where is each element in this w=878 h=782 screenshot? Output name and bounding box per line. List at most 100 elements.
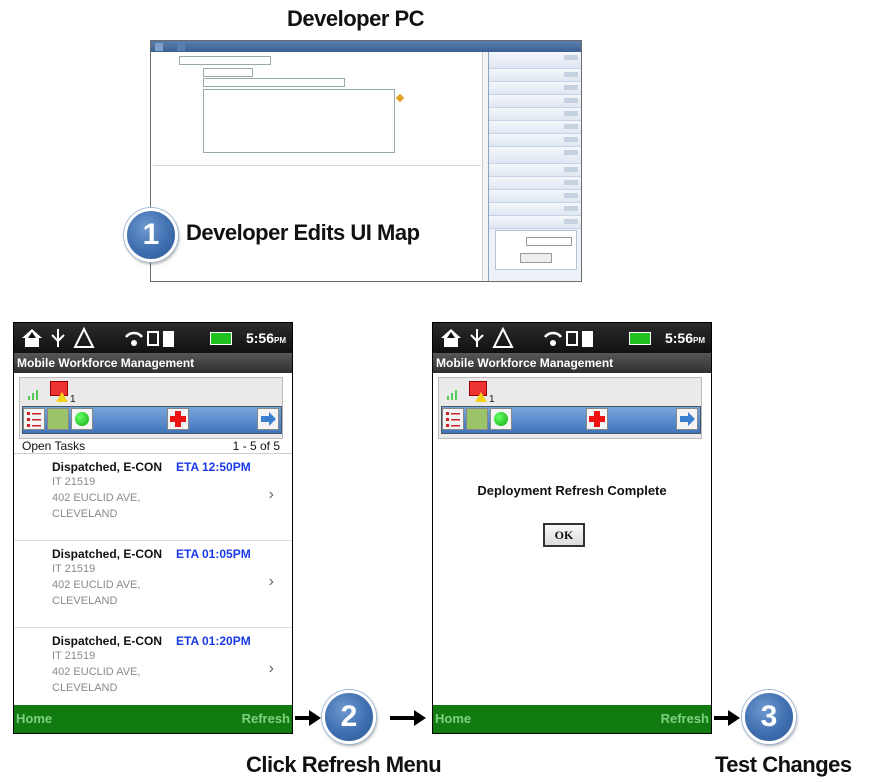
task-item[interactable]: Dispatched, E-CON ETA 01:05PM IT 21519 4… bbox=[14, 541, 292, 628]
refresh-menu-item[interactable]: Refresh bbox=[661, 705, 709, 733]
task-address: 402 EUCLID AVE, bbox=[52, 579, 141, 591]
task-address: 402 EUCLID AVE, bbox=[52, 666, 141, 678]
clock: 5:56PM bbox=[665, 330, 705, 346]
pc-edit-icon bbox=[395, 93, 405, 103]
map-icon[interactable] bbox=[47, 408, 69, 430]
pc-textarea bbox=[203, 89, 395, 153]
task-address: 402 EUCLID AVE, bbox=[52, 492, 141, 504]
pc-sidebar-item bbox=[489, 190, 581, 203]
medical-icon[interactable] bbox=[167, 408, 189, 430]
task-status: Dispatched, E-CON bbox=[52, 547, 163, 561]
arrow-right-icon[interactable] bbox=[676, 408, 698, 430]
chevron-right-icon: › bbox=[268, 573, 274, 590]
task-status: Dispatched, E-CON bbox=[52, 460, 163, 474]
pc-tab bbox=[177, 43, 185, 51]
developer-pc-title: Developer PC bbox=[287, 6, 425, 31]
badge-count: 1 bbox=[70, 394, 76, 405]
task-status: Dispatched, E-CON bbox=[52, 634, 163, 648]
pc-sidebar-item bbox=[489, 121, 581, 134]
pc-sidebar-item bbox=[489, 52, 581, 69]
refresh-message: Deployment Refresh Complete bbox=[477, 483, 667, 498]
pc-top-bar bbox=[151, 41, 581, 52]
task-id: IT 21519 bbox=[52, 476, 96, 488]
toolbar-strip bbox=[441, 406, 701, 434]
clock-time: 5:56 bbox=[245, 330, 274, 346]
status-bar: 5:56PM bbox=[14, 323, 292, 353]
home-menu-item[interactable]: Home bbox=[16, 705, 52, 733]
chevron-right-icon: › bbox=[268, 660, 274, 677]
pc-field bbox=[179, 56, 271, 65]
warning-icon bbox=[475, 392, 487, 402]
ok-button[interactable]: OK bbox=[543, 523, 585, 547]
home-menu-item[interactable]: Home bbox=[435, 705, 471, 733]
pc-sidebar-item bbox=[489, 177, 581, 190]
pc-sidebar-item bbox=[489, 164, 581, 177]
status-green-dot bbox=[75, 412, 89, 426]
battery-icon bbox=[210, 332, 232, 345]
bottom-menu-bar: Home Refresh bbox=[433, 705, 711, 733]
task-item[interactable]: Dispatched, E-CON ETA 12:50PM IT 21519 4… bbox=[14, 454, 292, 541]
task-id: IT 21519 bbox=[52, 650, 96, 662]
pc-sidebar-item bbox=[489, 108, 581, 121]
pc-sidebar-item bbox=[489, 147, 581, 164]
refresh-menu-item[interactable]: Refresh bbox=[242, 705, 290, 733]
map-icon[interactable] bbox=[466, 408, 488, 430]
step-1-circle: 1 bbox=[124, 208, 178, 262]
plus-h bbox=[589, 416, 605, 422]
step-1-caption: Developer Edits UI Map bbox=[186, 220, 420, 245]
status-green-icon[interactable] bbox=[490, 408, 512, 430]
pc-sidebar-item bbox=[489, 134, 581, 147]
app-title-bar: Mobile Workforce Management bbox=[14, 353, 292, 373]
step-2-caption: Click Refresh Menu bbox=[246, 752, 442, 777]
battery-icon bbox=[629, 332, 651, 345]
flow-arrow bbox=[714, 710, 740, 726]
pc-sidebar-button bbox=[520, 253, 552, 263]
app-title-bar: Mobile Workforce Management bbox=[433, 353, 711, 373]
clock: 5:56PM bbox=[246, 330, 286, 346]
bottom-menu-bar: Home Refresh bbox=[14, 705, 292, 733]
pc-sidebar-item bbox=[489, 82, 581, 95]
pc-field bbox=[203, 78, 345, 87]
task-list-icon[interactable] bbox=[442, 408, 464, 430]
phone-open-tasks: 5:56PM Mobile Workforce Management 1 Ope… bbox=[13, 322, 293, 734]
step-3-caption: Test Changes bbox=[715, 752, 852, 777]
task-eta: ETA 01:05PM bbox=[176, 547, 251, 561]
task-eta: ETA 01:20PM bbox=[176, 634, 251, 648]
status-icons bbox=[22, 326, 174, 348]
warning-icon bbox=[56, 392, 68, 402]
signal-icon bbox=[28, 390, 38, 400]
pc-sidebar-item bbox=[489, 216, 581, 229]
medical-icon[interactable] bbox=[586, 408, 608, 430]
flow-arrow bbox=[390, 710, 426, 726]
status-icons bbox=[441, 326, 593, 348]
arrow-right-icon[interactable] bbox=[257, 408, 279, 430]
flow-arrow bbox=[295, 710, 321, 726]
pc-sidebar-item bbox=[489, 203, 581, 216]
step-3-circle: 3 bbox=[742, 690, 796, 744]
chevron-right-icon: › bbox=[268, 486, 274, 503]
pc-tab bbox=[155, 43, 163, 51]
task-eta: ETA 12:50PM bbox=[176, 460, 251, 474]
toolbar-strip bbox=[22, 406, 282, 434]
pc-sidebar-item bbox=[489, 95, 581, 108]
refresh-screen: 1 Deployment Refresh Complete OK bbox=[433, 373, 711, 705]
pc-sidebar bbox=[488, 52, 581, 281]
status-green-icon[interactable] bbox=[71, 408, 93, 430]
clock-suffix: PM bbox=[693, 336, 705, 345]
pc-sidebar-panel bbox=[495, 230, 577, 270]
clock-time: 5:56 bbox=[664, 330, 693, 346]
signal-icon bbox=[447, 390, 457, 400]
task-list-icon[interactable] bbox=[23, 408, 45, 430]
tasks-screen: 1 Open Tasks 1 - 5 of 5 Dispatched, E-CO… bbox=[14, 373, 292, 705]
pc-sidebar-item bbox=[489, 69, 581, 82]
plus-h bbox=[170, 416, 186, 422]
status-green-dot bbox=[494, 412, 508, 426]
task-city: CLEVELAND bbox=[52, 508, 118, 520]
status-bar: 5:56PM bbox=[433, 323, 711, 353]
step-2-circle: 2 bbox=[322, 690, 376, 744]
task-id: IT 21519 bbox=[52, 563, 96, 575]
task-item[interactable]: Dispatched, E-CON ETA 01:20PM IT 21519 4… bbox=[14, 628, 292, 714]
clock-suffix: PM bbox=[274, 336, 286, 345]
pc-separator bbox=[153, 165, 481, 166]
task-city: CLEVELAND bbox=[52, 682, 118, 694]
